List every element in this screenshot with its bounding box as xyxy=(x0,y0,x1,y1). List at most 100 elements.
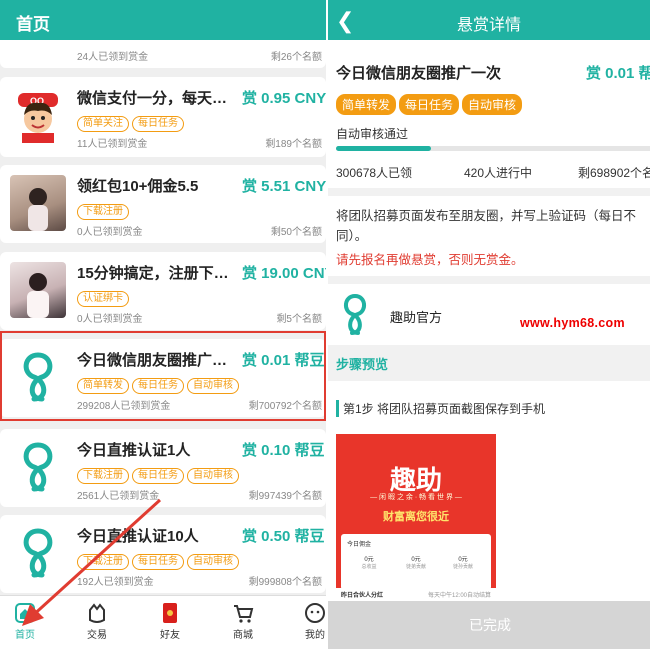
remaining-slots: 剩698902个名额 xyxy=(578,166,650,180)
task-tag: 下载注册 xyxy=(77,204,129,220)
task-tags: 下载注册 每日任务 自动审核 xyxy=(77,465,242,484)
progress-bar xyxy=(336,146,650,151)
divider xyxy=(328,276,650,284)
task-tag: 简单关注 xyxy=(77,116,129,132)
claimed-count: 0人已领到赏金 xyxy=(77,227,143,238)
claimed-count: 299208人已领到赏金 xyxy=(77,401,171,412)
task-title: 微信支付一分，每天… xyxy=(77,90,228,107)
trade-icon xyxy=(89,603,105,623)
steps-heading: 步骤预览 xyxy=(328,345,650,381)
tab-home[interactable]: 首页 xyxy=(0,602,50,641)
task-tag: 自动审核 xyxy=(187,468,239,484)
task-title: 今日直推认证1人 xyxy=(77,442,191,459)
task-tag: 自动审核 xyxy=(187,378,239,394)
tab-mall[interactable]: 商城 xyxy=(218,602,268,641)
task-reward: 赏 0.01 帮豆 xyxy=(242,352,325,369)
task-tag: 认证绑卡 xyxy=(77,291,129,307)
task-title: 15分钟搞定，注册下… xyxy=(77,265,229,282)
page-title: 首页 xyxy=(0,0,326,40)
detail-header: ❮ 悬赏详情 xyxy=(328,0,650,40)
poster-value: 0元 徒孙贡献 xyxy=(452,557,473,570)
task-card[interactable]: 今日直推认证10人 赏 0.50 帮豆 下载注册 每日任务 自动审核 192人已领到… xyxy=(0,515,326,593)
tab-profile[interactable]: 我的 xyxy=(290,602,326,641)
warning-text: 请先报名再做悬赏，否则无赏金。 xyxy=(336,253,524,267)
task-reward: 赏 0.50 帮豆 xyxy=(242,528,325,545)
page-title: 悬赏详情 xyxy=(456,17,521,34)
task-reward: 赏 5.51 CNY xyxy=(242,178,326,195)
remaining-slots: 剩999808个名额 xyxy=(248,577,322,588)
poster-card: 今日佣金 0元 总收益 0元 徒弟贡献 0元 徒孙贡献 xyxy=(341,534,491,590)
task-tags: 简单关注 每日任务 xyxy=(77,113,187,132)
poster-slogan: 财富离您很近 xyxy=(383,511,449,523)
task-tag: 简单转发 xyxy=(77,378,129,394)
task-list-screen: 首页 24人已领到赏金 剩26个名额 QQ 微信支付一分，每天… 赏 0.95 … xyxy=(0,0,326,649)
task-tags: 下载注册 xyxy=(77,201,132,220)
quzhu-logo-icon xyxy=(10,439,66,495)
poster-subtitle: — 闲 暇 之 余 · 畅 看 世 界 — xyxy=(370,494,462,501)
claimed-count: 300678人已领 xyxy=(336,166,413,180)
task-tags: 下载注册 每日任务 自动审核 xyxy=(77,551,242,570)
watermark-text: www.hym68.com xyxy=(520,316,625,330)
task-tag: 每日任务 xyxy=(132,116,184,132)
quzhu-logo-icon xyxy=(344,294,366,335)
task-reward: 赏 19.00 CNY xyxy=(242,265,326,282)
tab-label: 交易 xyxy=(87,630,107,641)
progress-fill xyxy=(336,146,431,151)
red-envelope-icon xyxy=(163,603,177,623)
poster-card-label: 今日佣金 xyxy=(347,542,372,548)
cart-icon xyxy=(234,605,254,623)
claimed-count: 0人已领到赏金 xyxy=(77,314,143,325)
tab-label: 我的 xyxy=(305,630,325,641)
completed-button[interactable]: 已完成 xyxy=(328,601,650,649)
task-thumbnail-photo xyxy=(10,175,66,231)
remaining-slots: 剩26个名额 xyxy=(270,52,322,63)
tab-label: 好友 xyxy=(160,630,180,641)
task-card[interactable]: 15分钟搞定，注册下… 赏 19.00 CNY 认证绑卡 0人已领到赏金 剩5个… xyxy=(0,252,326,330)
tab-trade[interactable]: 交易 xyxy=(72,602,122,641)
task-tags: 简单转发 每日任务 自动审核 xyxy=(336,94,525,115)
review-status: 自动审核通过 xyxy=(336,127,409,141)
task-title: 今日直推认证10人 xyxy=(77,528,199,545)
task-detail-screen: ❮ 悬赏详情 今日微信朋友圈推广一次 赏 0.01 帮豆 简单转发每日任务自动审… xyxy=(326,0,650,649)
task-reward: 赏 0.10 帮豆 xyxy=(242,442,325,459)
task-reward: 赏 0.95 CNY xyxy=(242,90,326,107)
tab-label: 首页 xyxy=(15,630,35,641)
in-progress-count: 420人进行中 xyxy=(464,166,533,180)
task-card[interactable]: 领红包10+佣金5.5 赏 5.51 CNY 下载注册 0人已领到赏金 剩50个… xyxy=(0,165,326,243)
task-thumbnail-photo xyxy=(10,262,66,318)
claimed-count: 192人已领到赏金 xyxy=(77,577,154,588)
task-tags: 简单转发 每日任务 自动审核 xyxy=(77,375,242,394)
task-tag: 每日任务 xyxy=(132,554,184,570)
profile-icon xyxy=(305,603,325,623)
task-tags: 认证绑卡 xyxy=(77,288,132,307)
tab-friends[interactable]: 好友 xyxy=(145,602,195,641)
divider xyxy=(328,188,650,196)
tab-label: 商城 xyxy=(233,630,253,641)
remaining-slots: 剩5个名额 xyxy=(276,314,322,325)
poster-value: 0元 徒弟贡献 xyxy=(405,557,426,570)
quzhu-logo-icon xyxy=(10,525,66,581)
claimed-count: 11人已领到赏金 xyxy=(77,139,148,150)
task-card[interactable]: 今日直推认证1人 赏 0.10 帮豆 下载注册 每日任务 自动审核 2561人已领到… xyxy=(0,429,326,507)
task-title: 今日微信朋友圈推广一次 xyxy=(336,65,502,82)
task-tag: 每日任务 xyxy=(399,94,460,115)
task-card[interactable]: QQ 微信支付一分，每天… 赏 0.95 CNY 简单关注 每日任务 11人已领到… xyxy=(0,77,326,157)
task-tag: 下载注册 xyxy=(77,554,129,570)
task-tag: 下载注册 xyxy=(77,468,129,484)
home-icon xyxy=(15,603,35,623)
task-description: 将团队招募页面发布至朋友圈，并写上验证码（每日不同）。 xyxy=(336,209,637,243)
task-reward: 赏 0.01 帮豆 xyxy=(586,65,650,82)
step-preview-image[interactable]: 趣助 — 闲 暇 之 余 · 畅 看 世 界 — 财富离您很近 今日佣金 0元总… xyxy=(336,434,496,602)
quzhu-logo-icon xyxy=(10,349,66,405)
publisher-name[interactable]: 趣助官方 xyxy=(390,307,442,326)
task-tag: 每日任务 xyxy=(132,378,184,394)
step-text: 第1步 将团队招募页面截图保存到手机 xyxy=(336,400,545,417)
qq-penguin-avatar: QQ xyxy=(10,87,66,143)
bottom-tab-bar: 首页 交易 好友 商城 我的 xyxy=(0,595,326,649)
poster-footer: 昨日合伙人分红 每天中午12:00自动结算 xyxy=(336,588,496,602)
task-tag: 简单转发 xyxy=(336,94,397,115)
remaining-slots: 剩50个名额 xyxy=(270,227,322,238)
task-tag: 自动审核 xyxy=(187,554,239,570)
task-card-highlighted[interactable]: 今日微信朋友圈推广… 赏 0.01 帮豆 简单转发 每日任务 自动审核 299208… xyxy=(0,339,326,417)
task-tag: 自动审核 xyxy=(462,94,523,115)
